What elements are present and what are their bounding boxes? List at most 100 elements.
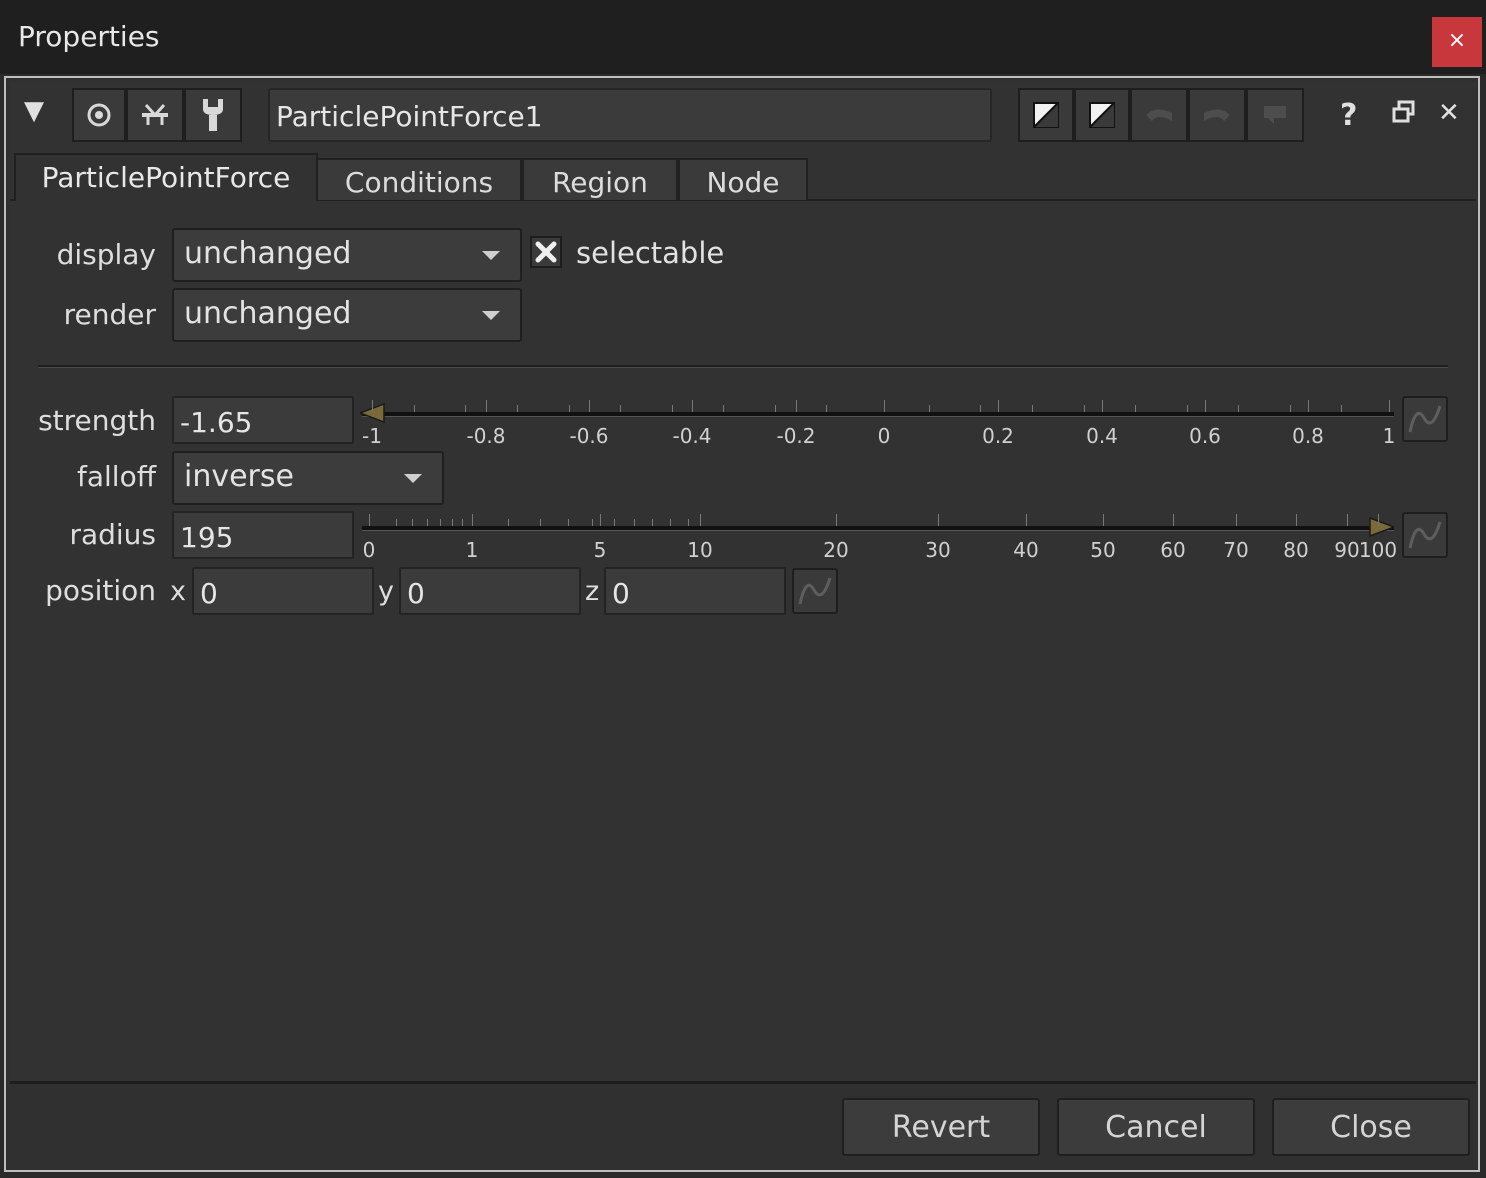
radius-minor-tick xyxy=(427,519,428,526)
radius-slider[interactable]: 0 1 5 10 20 30 40 50 60 70 80 90 100 xyxy=(362,508,1397,564)
color-swatch-button-2[interactable] xyxy=(1074,88,1130,142)
radius-minor-tick xyxy=(412,519,413,526)
strength-minor-tick xyxy=(826,405,827,412)
strength-minor-tick xyxy=(1032,405,1033,412)
display-dropdown[interactable]: unchanged xyxy=(172,228,522,282)
position-label: position xyxy=(45,574,156,607)
section-divider xyxy=(38,365,1448,368)
color-swatch-icon xyxy=(1089,102,1115,128)
position-z-label: z xyxy=(585,576,600,607)
radius-tick xyxy=(938,514,939,526)
close-panel-icon[interactable]: ✕ xyxy=(1438,98,1460,128)
tab-conditions[interactable]: Conditions xyxy=(316,158,522,200)
radius-tick xyxy=(1347,514,1348,526)
position-z-input[interactable]: 0 xyxy=(604,567,786,615)
title-bar xyxy=(0,0,1486,74)
radius-tick-label: 0 xyxy=(362,538,376,562)
position-y-label: y xyxy=(378,576,394,607)
strength-minor-tick xyxy=(775,405,776,412)
radius-tick-label: 20 xyxy=(823,538,849,562)
position-animation-button[interactable] xyxy=(792,568,838,614)
radius-tick-label: 60 xyxy=(1160,538,1186,562)
tool-button[interactable] xyxy=(184,88,242,142)
position-x-input[interactable]: 0 xyxy=(192,567,374,615)
close-button[interactable]: Close xyxy=(1272,1098,1470,1156)
strength-minor-tick xyxy=(620,405,621,412)
collapse-arrow-icon[interactable]: ▼ xyxy=(24,96,44,126)
radius-minor-tick xyxy=(452,519,453,526)
strength-input[interactable]: -1.65 xyxy=(172,396,354,444)
strength-minor-tick xyxy=(980,405,981,412)
strength-minor-tick xyxy=(569,405,570,412)
slider-track xyxy=(362,526,1394,531)
radius-minor-tick xyxy=(462,519,463,526)
radius-tick xyxy=(369,514,370,526)
viewer-toggle-button[interactable] xyxy=(72,88,126,142)
strength-tick xyxy=(998,400,999,412)
color-swatch-button-1[interactable] xyxy=(1018,88,1074,142)
gizmo-button[interactable] xyxy=(126,88,184,142)
check-x-icon xyxy=(535,241,557,263)
window-close-button[interactable]: × xyxy=(1432,17,1482,67)
radius-tick xyxy=(1378,514,1379,526)
radius-minor-tick xyxy=(508,519,509,526)
display-value: unchanged xyxy=(184,236,352,271)
radius-minor-tick xyxy=(614,519,615,526)
undo-icon xyxy=(1146,109,1172,121)
strength-minor-tick xyxy=(1238,405,1239,412)
strength-tick xyxy=(884,400,885,412)
radius-tick xyxy=(700,514,701,526)
radius-minor-tick xyxy=(670,519,671,526)
undo-button[interactable] xyxy=(1130,88,1188,142)
strength-minor-tick xyxy=(1187,405,1188,412)
slider-track xyxy=(362,412,1394,417)
window-title: Properties xyxy=(18,20,160,53)
strength-minor-tick xyxy=(517,405,518,412)
radius-tick-label: 40 xyxy=(1013,538,1039,562)
radius-tick-label: 50 xyxy=(1090,538,1116,562)
redo-button[interactable] xyxy=(1188,88,1246,142)
render-label: render xyxy=(63,298,156,331)
chevron-down-icon xyxy=(404,474,422,483)
chevron-down-icon xyxy=(482,311,500,320)
radius-tick-label: 5 xyxy=(593,538,607,562)
strength-tick xyxy=(692,400,693,412)
position-y-input[interactable]: 0 xyxy=(399,567,581,615)
slider-marker-left-icon[interactable] xyxy=(360,402,386,424)
strength-minor-tick xyxy=(1290,405,1291,412)
strength-minor-tick xyxy=(929,405,930,412)
strength-tick-label: 0.4 xyxy=(1086,424,1118,448)
strength-tick xyxy=(589,400,590,412)
strength-slider[interactable]: -1 -0.8 -0.6 -0.4 -0.2 0 0.2 0.4 0.6 0.8 1 xyxy=(360,394,1396,450)
strength-tick-label: -0.6 xyxy=(569,424,609,448)
radius-minor-tick xyxy=(592,519,593,526)
radius-tick-label: 1 xyxy=(465,538,479,562)
radius-input[interactable]: 195 xyxy=(172,511,354,559)
strength-minor-tick xyxy=(1341,405,1342,412)
radius-minor-tick xyxy=(396,519,397,526)
revert-button[interactable]: Revert xyxy=(842,1098,1040,1156)
radius-animation-button[interactable] xyxy=(1402,512,1448,558)
strength-animation-button[interactable] xyxy=(1402,396,1448,442)
help-icon[interactable]: ? xyxy=(1340,98,1357,133)
strength-tick-label: -0.2 xyxy=(776,424,816,448)
curve-icon xyxy=(1408,521,1442,549)
render-dropdown[interactable]: unchanged xyxy=(172,288,522,342)
float-panel-icon[interactable] xyxy=(1392,100,1416,128)
strength-tick xyxy=(1205,400,1206,412)
falloff-dropdown[interactable]: inverse xyxy=(172,451,444,505)
radius-tick xyxy=(1173,514,1174,526)
tab-particlepointforce[interactable]: ParticlePointForce xyxy=(14,153,318,201)
strength-tick xyxy=(1308,400,1309,412)
tab-node[interactable]: Node xyxy=(678,158,808,200)
color-swatch-icon xyxy=(1033,102,1059,128)
radius-minor-tick xyxy=(568,519,569,526)
slider-marker-right-icon[interactable] xyxy=(1368,516,1394,538)
node-name-input[interactable]: ParticlePointForce1 xyxy=(268,88,992,142)
cancel-button[interactable]: Cancel xyxy=(1057,1098,1255,1156)
radius-tick xyxy=(1026,514,1027,526)
strength-tick-label: 0 xyxy=(877,424,891,448)
tab-region[interactable]: Region xyxy=(522,158,678,200)
revert-knobs-button[interactable] xyxy=(1246,88,1304,142)
selectable-checkbox[interactable] xyxy=(530,236,562,268)
